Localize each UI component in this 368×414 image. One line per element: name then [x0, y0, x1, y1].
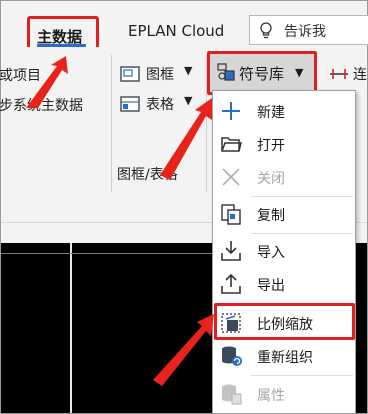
- group-label-frame-table: 图框/表格: [117, 167, 178, 183]
- lightbulb-icon: [260, 22, 272, 39]
- reorganize-icon: [222, 346, 242, 366]
- menu-item-label: 导出: [257, 278, 285, 294]
- menu-item-label: 重新组织: [257, 350, 313, 366]
- canvas-guide-line: [1, 253, 215, 254]
- menu-item-label: 关闭: [257, 171, 285, 187]
- table-icon: [120, 96, 140, 112]
- plus-icon: [222, 102, 240, 120]
- ribbon-item-connection-partial[interactable]: 连: [353, 64, 367, 84]
- frame-icon: [120, 66, 140, 82]
- chevron-down-icon: ▼: [184, 64, 193, 77]
- tell-me-text: 告诉我: [284, 24, 326, 40]
- table-label: 表格: [146, 97, 174, 113]
- menu-item-label: 复制: [257, 208, 285, 224]
- symbol-library-button[interactable]: 符号库 ▼: [207, 51, 317, 95]
- properties-icon: [222, 384, 242, 405]
- scale-icon: [221, 313, 241, 333]
- frame-label: 图框: [146, 67, 174, 83]
- menu-item-label: 打开: [257, 138, 285, 154]
- menu-separator: [251, 375, 353, 376]
- ribbon-item-sync-master-data[interactable]: 步系统主数据: [0, 95, 83, 115]
- menu-item-scale[interactable]: 比例缩放: [213, 306, 355, 340]
- symbol-library-icon: [217, 63, 235, 81]
- ribbon-tab-row: 主数据 EPLAN Cloud 告诉我: [1, 1, 368, 56]
- import-icon: [221, 241, 241, 261]
- menu-item-copy[interactable]: 复制: [213, 197, 355, 231]
- symbol-library-label: 符号库: [239, 65, 285, 83]
- menu-item-properties[interactable]: 属性: [213, 377, 355, 411]
- menu-item-open[interactable]: 打开: [213, 127, 355, 161]
- table-button[interactable]: 表格 ▼: [118, 93, 202, 117]
- chevron-down-icon: ▼: [184, 94, 193, 107]
- canvas-border-line: [70, 243, 72, 413]
- menu-item-new[interactable]: 新建: [213, 94, 355, 128]
- menu-item-export[interactable]: 导出: [213, 267, 355, 301]
- menu-item-label: 比例缩放: [257, 317, 313, 333]
- symbol-library-menu: 新建 打开 关闭 复制 导入 导出 比例缩放 重新组织 属性: [212, 90, 356, 414]
- group-separator: [111, 55, 112, 193]
- export-icon: [221, 273, 241, 294]
- menu-item-label: 导入: [257, 245, 285, 261]
- menu-item-label: 属性: [257, 388, 285, 404]
- copy-icon: [221, 204, 241, 225]
- menu-item-label: 新建: [257, 105, 285, 121]
- menu-item-reorganize[interactable]: 重新组织: [213, 339, 355, 373]
- close-icon: [222, 168, 240, 186]
- menu-item-import[interactable]: 导入: [213, 234, 355, 268]
- tab-eplan-cloud[interactable]: EPLAN Cloud: [128, 22, 224, 40]
- ribbon-item-project[interactable]: 或项目: [0, 65, 41, 85]
- folder-icon: [221, 137, 242, 152]
- connection-icon[interactable]: [328, 64, 350, 84]
- tell-me-search-box[interactable]: 告诉我: [249, 15, 368, 45]
- frame-button[interactable]: 图框 ▼: [118, 63, 198, 87]
- menu-item-close[interactable]: 关闭: [213, 160, 355, 194]
- chevron-down-icon: ▼: [295, 66, 304, 79]
- menu-separator: [251, 303, 353, 304]
